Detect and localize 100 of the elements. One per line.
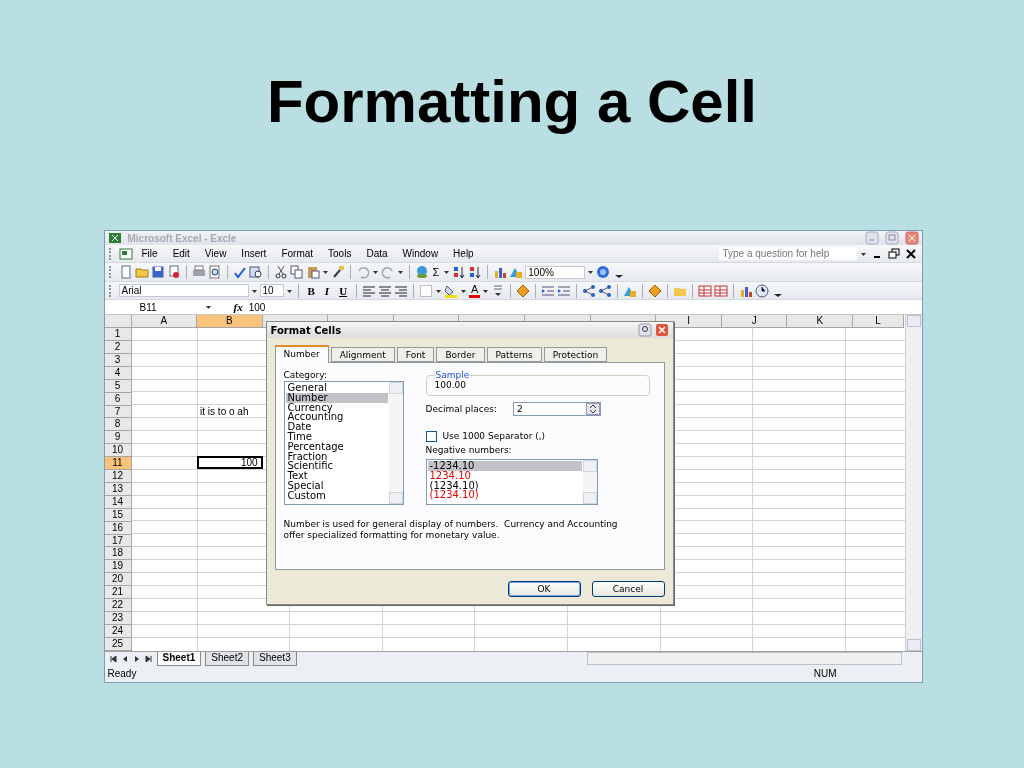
menu-item[interactable]: Help [447, 248, 480, 260]
negative-format-item[interactable]: -1234.10 [427, 461, 582, 471]
category-item[interactable]: Text [285, 471, 388, 481]
dialog-button[interactable]: Cancel [591, 581, 665, 597]
close-icon[interactable] [903, 246, 918, 261]
zoom-dropdown[interactable]: 100% [525, 265, 586, 279]
column-header[interactable]: K [787, 315, 854, 329]
row-header[interactable]: 19 [104, 560, 132, 574]
menu-item[interactable]: Insert [235, 248, 273, 260]
spelling-icon[interactable] [232, 265, 247, 280]
row-header[interactable]: 8 [104, 418, 132, 432]
category-item[interactable]: Special [285, 480, 388, 491]
dialog-tab[interactable]: Protection [543, 347, 608, 362]
indent-icon[interactable] [541, 283, 556, 298]
name-box[interactable]: B11 [104, 301, 205, 313]
row-header[interactable]: 9 [104, 431, 132, 445]
table-icon[interactable] [714, 283, 729, 298]
category-item[interactable]: Fraction [285, 451, 388, 462]
sort-descending-icon[interactable] [468, 265, 483, 280]
category-item[interactable]: Custom [285, 490, 388, 501]
menu-item[interactable]: Format [275, 248, 320, 260]
dialog-button[interactable]: OK [507, 581, 581, 597]
menu-item[interactable]: Tools [322, 248, 358, 260]
spinner-icon[interactable] [586, 403, 600, 415]
category-item[interactable]: Number [285, 392, 388, 403]
indent-icon[interactable] [557, 283, 572, 298]
sheet-tab[interactable]: Sheet3 [253, 651, 297, 666]
row-header[interactable]: 21 [104, 586, 132, 599]
sheet-tab[interactable]: Sheet1 [156, 651, 202, 666]
row-header[interactable]: 2 [104, 341, 132, 355]
menu-item[interactable]: Window [396, 248, 445, 260]
workbook-icon[interactable] [118, 246, 133, 261]
category-item[interactable]: Accounting [285, 412, 388, 423]
font-size-dropdown[interactable]: 10 [259, 284, 284, 298]
insert-function-button[interactable]: fx [233, 301, 243, 314]
negative-format-item[interactable]: 1234.10 [427, 470, 582, 481]
paste-icon[interactable] [305, 265, 320, 280]
dialog-tab[interactable]: Border [436, 347, 485, 362]
decimal-places-field[interactable]: 2 [513, 402, 601, 416]
list-scrollbar[interactable] [388, 382, 403, 504]
restore-icon[interactable] [886, 246, 901, 261]
table-icon[interactable] [698, 283, 713, 298]
font-dropdown[interactable]: Arial [118, 284, 249, 298]
negative-format-item[interactable]: (1234.10) [427, 480, 582, 491]
negative-format-item[interactable]: (1234.10) [427, 490, 582, 501]
column-header[interactable]: A [131, 315, 198, 329]
row-header[interactable]: 1 [104, 328, 132, 342]
list-scrollbar[interactable] [582, 460, 597, 504]
font-color-button[interactable]: A [469, 283, 481, 298]
menu-item[interactable]: View [198, 248, 233, 260]
category-item[interactable]: Scientific [285, 461, 388, 472]
save-icon[interactable] [150, 265, 165, 280]
text-style-button[interactable]: I [320, 284, 334, 297]
menu-item[interactable]: Data [360, 248, 394, 260]
dialog-tab[interactable]: Font [396, 347, 435, 362]
separator-checkbox[interactable] [425, 431, 437, 442]
sheet-tab[interactable]: Sheet2 [205, 651, 249, 666]
row-header[interactable]: 3 [104, 354, 132, 367]
menu-item[interactable]: File [135, 248, 164, 260]
category-item[interactable]: Date [285, 422, 388, 432]
row-header[interactable]: 12 [104, 470, 132, 483]
row-header[interactable]: 11 [104, 457, 132, 471]
decimal-places-label: Decimal places: [425, 403, 497, 415]
sort-ascending-icon[interactable] [452, 265, 467, 280]
table-cell-text: it is to o ah [199, 405, 250, 419]
category-list[interactable]: General Number Currency Accounting Date Time Percentage Fraction Scientific Text Special Custom [283, 381, 404, 505]
category-item[interactable]: Percentage [285, 441, 388, 452]
fill-color-icon[interactable] [444, 283, 459, 298]
text-style-button[interactable]: U [335, 284, 352, 297]
row-header[interactable]: 10 [104, 444, 132, 458]
formula-field[interactable]: 100 [248, 301, 266, 313]
autosum-button[interactable]: Σ [430, 266, 442, 279]
connector-icon[interactable] [598, 283, 613, 298]
row-header[interactable]: 18 [104, 547, 132, 561]
category-item[interactable]: Time [285, 432, 388, 442]
negative-numbers-list[interactable]: -1234.10 1234.10 (1234.10) (1234.10) [425, 459, 598, 505]
connector-icon[interactable] [582, 283, 597, 298]
column-header[interactable]: B [197, 315, 263, 329]
category-item[interactable]: General [285, 383, 388, 393]
category-item[interactable]: Currency [285, 402, 388, 413]
text-style-button[interactable]: B [303, 284, 319, 297]
chart-icon[interactable] [493, 265, 508, 280]
cut-icon[interactable] [273, 265, 288, 280]
spreadsheet-icon [107, 231, 122, 245]
column-header[interactable]: L [853, 315, 905, 329]
clock-icon[interactable] [755, 283, 770, 298]
column-header[interactable]: J [721, 315, 788, 329]
format-painter-icon[interactable] [330, 265, 345, 280]
research-icon[interactable] [248, 265, 263, 280]
horizontal-scrollbar[interactable] [586, 652, 902, 665]
category-description: Number is used for general display of numbers. Currency and Accounting offer specialized formatting for monetary value. [283, 519, 619, 541]
copy-icon[interactable] [289, 265, 304, 280]
menu-item[interactable]: Edit [166, 248, 196, 260]
row-header[interactable]: 20 [104, 573, 132, 587]
table-cell: 100 [197, 456, 263, 470]
help-search-field[interactable]: Type a question for help [718, 247, 857, 261]
dialog-tab[interactable]: Patterns [486, 347, 542, 362]
dialog-tab[interactable]: Number [274, 345, 329, 363]
print-preview-icon[interactable] [207, 265, 222, 280]
dialog-tab[interactable]: Alignment [330, 347, 395, 362]
